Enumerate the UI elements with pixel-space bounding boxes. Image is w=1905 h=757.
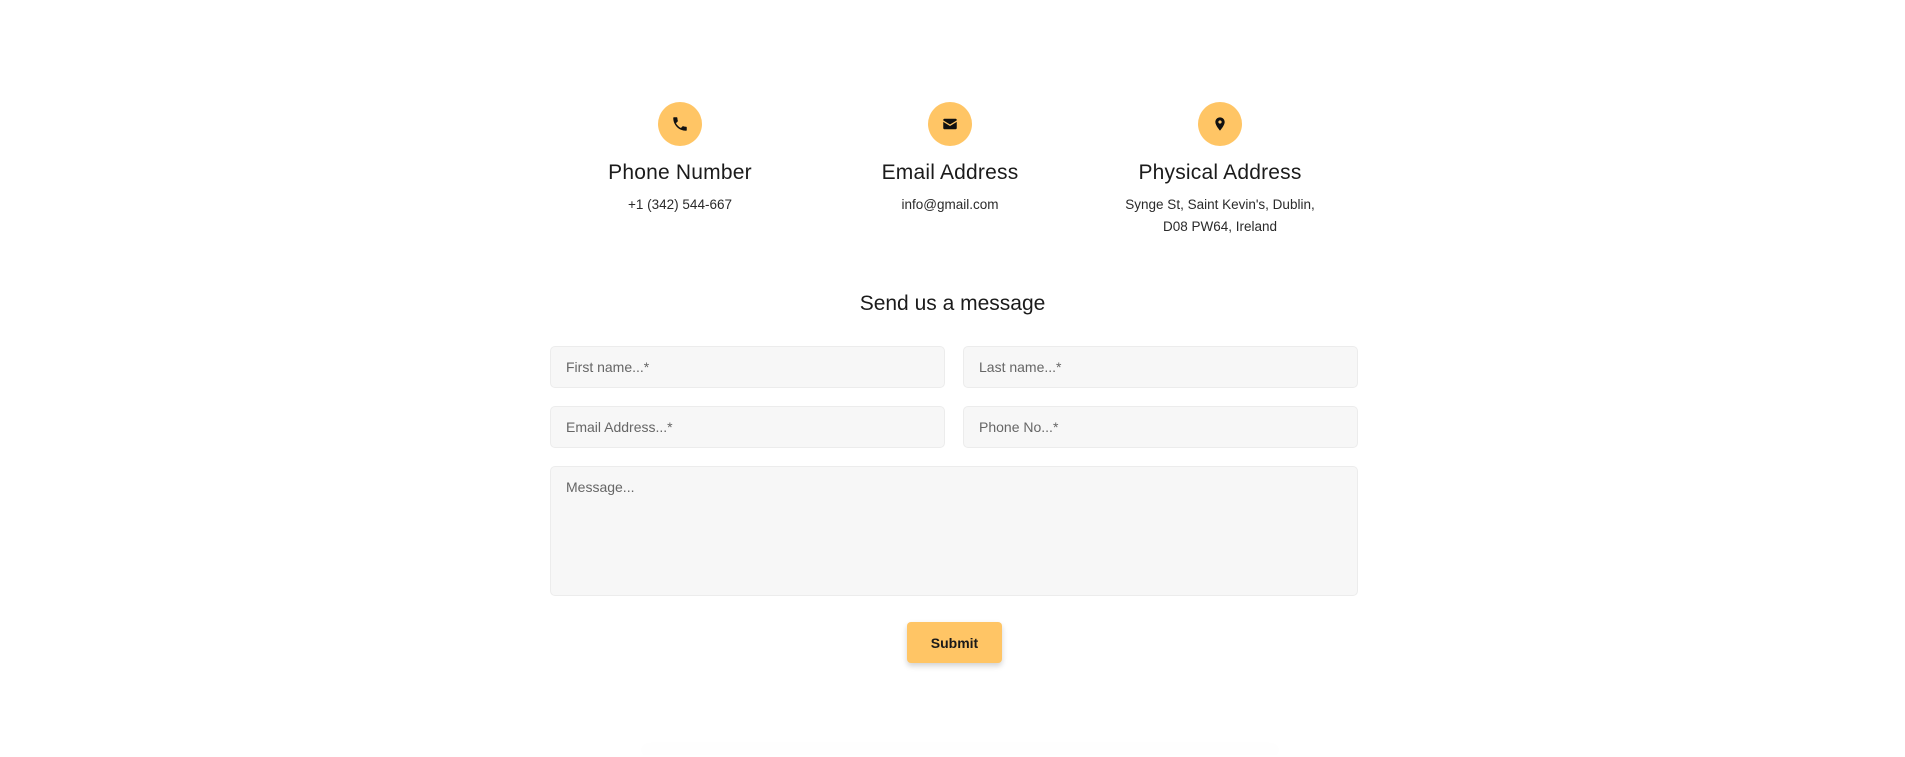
last-name-input[interactable] bbox=[963, 346, 1358, 388]
address-text: Synge St, Saint Kevin's, Dublin, D08 PW6… bbox=[1120, 194, 1320, 238]
phone-icon bbox=[658, 102, 702, 146]
address-line-1: Synge St, Saint Kevin's, Dublin, bbox=[1125, 197, 1315, 212]
phone-input[interactable] bbox=[963, 406, 1358, 448]
form-title: Send us a message bbox=[859, 292, 1046, 315]
address-title: Physical Address bbox=[1138, 161, 1302, 184]
map-pin-icon bbox=[1198, 102, 1242, 146]
address-line-2: D08 PW64, Ireland bbox=[1162, 219, 1278, 234]
message-textarea[interactable] bbox=[550, 466, 1358, 596]
email-address: info@gmail.com bbox=[901, 197, 999, 212]
phone-title: Phone Number bbox=[608, 161, 752, 184]
phone-card: Phone Number +1 (342) 544-667 bbox=[550, 102, 810, 216]
envelope-icon bbox=[928, 102, 972, 146]
address-card: Physical Address Synge St, Saint Kevin's… bbox=[1090, 102, 1350, 238]
email-input[interactable] bbox=[550, 406, 945, 448]
email-title: Email Address bbox=[881, 161, 1019, 184]
submit-button[interactable]: Submit bbox=[907, 622, 1002, 663]
phone-number: +1 (342) 544-667 bbox=[628, 197, 732, 212]
first-name-input[interactable] bbox=[550, 346, 945, 388]
email-card: Email Address info@gmail.com bbox=[820, 102, 1080, 216]
